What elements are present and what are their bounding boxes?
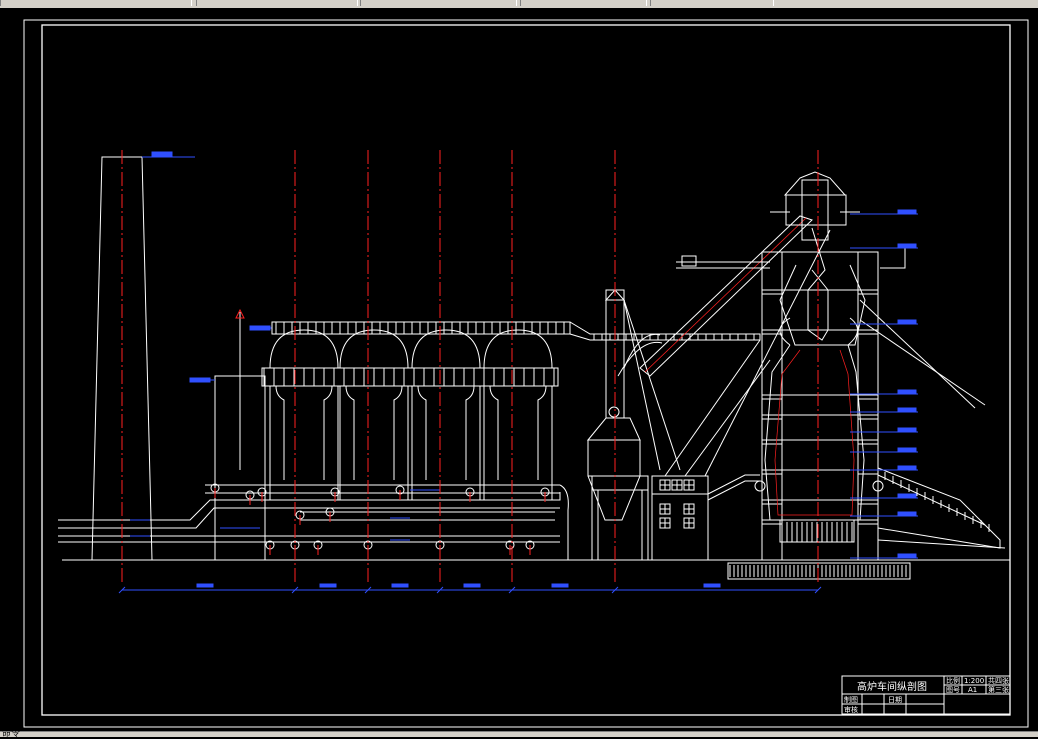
- dimension-line: [118, 583, 822, 594]
- total-sheets: 共四张: [988, 676, 1009, 685]
- hot-blast-pipes: [58, 483, 569, 560]
- scale-label: 比例: [946, 676, 960, 685]
- stove-dome: [269, 329, 339, 369]
- chimney: [91, 151, 195, 561]
- inner-drawing-frame: [41, 24, 1011, 716]
- hot-stoves: [189, 308, 559, 561]
- blast-furnace-tower: [676, 171, 986, 561]
- stove-dome: [411, 329, 481, 369]
- stove-dome: [339, 329, 409, 369]
- toolbar-segment[interactable]: [360, 0, 517, 6]
- stove-shaft: [489, 385, 547, 480]
- sheet-number: 第三张: [988, 685, 1009, 694]
- stove-dome: [483, 329, 553, 369]
- stove-shaft: [345, 385, 403, 480]
- dust-catcher: [586, 289, 681, 560]
- checked-by-label: 审核: [844, 705, 858, 714]
- drawing-canvas[interactable]: 高炉车间纵剖图 比例 1:200 共四张 图号 A1 第三张 制图 审核 日期: [0, 8, 1038, 732]
- date-label: 日期: [888, 696, 902, 704]
- blast-furnace-body: [754, 227, 884, 543]
- cast-house: [651, 474, 760, 561]
- drawn-by-label: 制图: [844, 695, 858, 704]
- drawing-title: 高炉车间纵剖图: [857, 680, 927, 693]
- scale-value: 1:200: [964, 677, 984, 685]
- stove-shaft: [275, 385, 333, 480]
- drawing-no-value: A1: [968, 686, 977, 694]
- toolbar-segment[interactable]: [650, 0, 774, 6]
- bridge-walkway: [271, 321, 761, 341]
- status-bar: 命令: [0, 729, 1038, 739]
- stove-shaft: [417, 385, 475, 480]
- drawing-no-label: 图号: [946, 686, 960, 694]
- command-prompt[interactable]: 命令: [2, 726, 20, 739]
- skip-incline: [639, 215, 831, 477]
- cad-drawing: 高炉车间纵剖图 比例 1:200 共四张 图号 A1 第三张 制图 审核 日期: [23, 19, 1029, 728]
- toolbar-segment[interactable]: [520, 0, 647, 6]
- toolbar-segment[interactable]: [0, 0, 192, 6]
- outer-sheet-border: [23, 19, 1029, 728]
- toolbar-segment[interactable]: [196, 0, 358, 6]
- elevation-markers: [850, 209, 918, 559]
